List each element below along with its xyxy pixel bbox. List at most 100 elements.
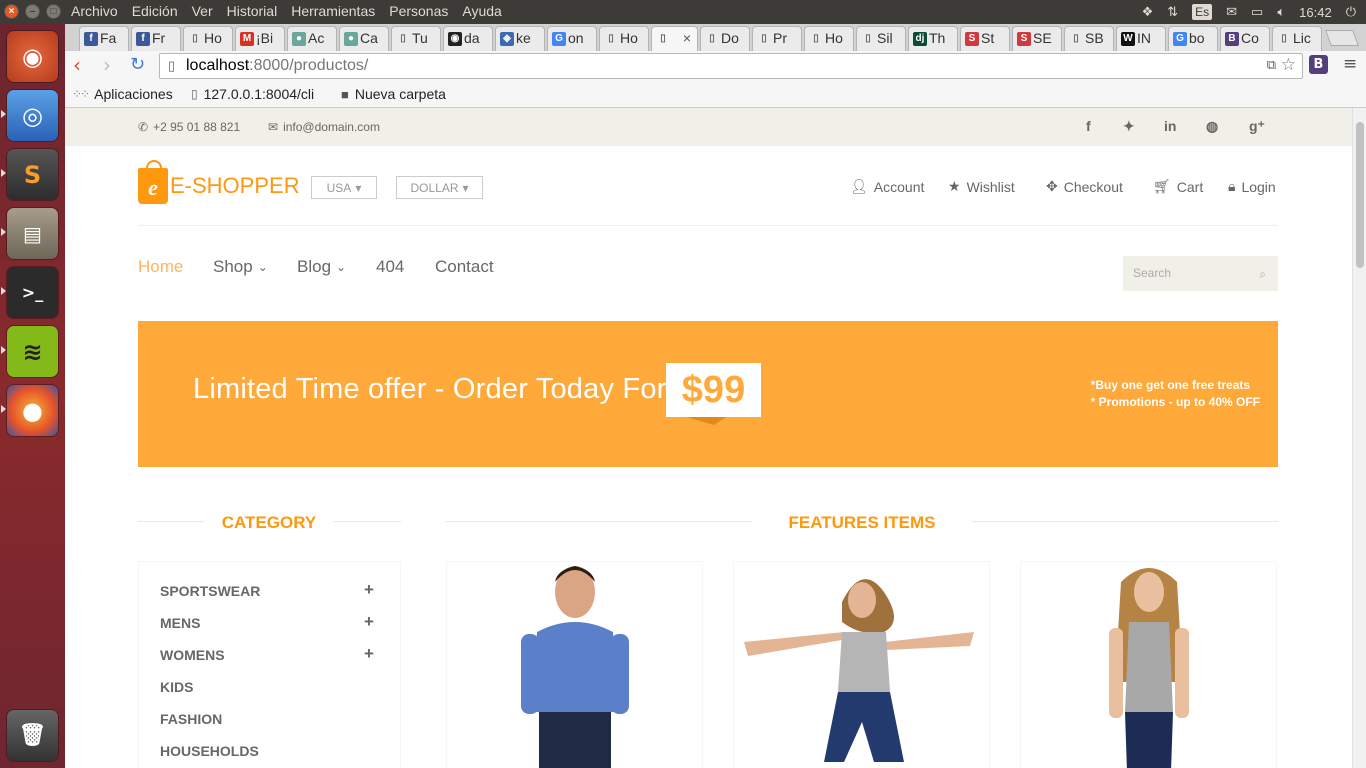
menu-herramientas[interactable]: Herramientas: [291, 3, 375, 19]
ubuntu-dash-icon[interactable]: ◉: [7, 31, 58, 82]
menu-personas[interactable]: Personas: [389, 3, 448, 19]
wishlist-link[interactable]: ★ Wishlist: [948, 178, 1015, 195]
nav-blog[interactable]: Blog ⌄: [297, 257, 346, 277]
currency-dropdown[interactable]: DOLLAR ▾: [396, 176, 483, 199]
power-icon[interactable]: ⏻: [1346, 4, 1356, 20]
tab[interactable]: f Fa: [79, 26, 129, 51]
tab[interactable]: Gbo: [1168, 26, 1218, 51]
search-input[interactable]: Search ⌕: [1123, 256, 1278, 291]
terminal-icon[interactable]: >_: [7, 267, 58, 318]
network-arrows-icon[interactable]: ⇅: [1167, 4, 1178, 20]
tab[interactable]: ● Ac: [287, 26, 337, 51]
volume-icon[interactable]: 🔈︎: [1277, 4, 1285, 20]
spotify-icon[interactable]: ≋: [7, 326, 58, 377]
search-icon[interactable]: ⌕: [1259, 267, 1266, 282]
menu-archivo[interactable]: Archivo: [71, 3, 118, 19]
checkout-link[interactable]: ✥ Checkout: [1046, 178, 1123, 195]
scrollbar-thumb[interactable]: [1356, 122, 1364, 268]
firefox-icon[interactable]: ●: [7, 385, 58, 436]
tab[interactable]: M ¡Bi: [235, 26, 285, 51]
forward-icon[interactable]: ›: [103, 53, 111, 77]
mail-icon[interactable]: ✉: [1226, 4, 1237, 20]
tab[interactable]: ▯ Sil: [856, 26, 906, 51]
files-icon[interactable]: ▤: [7, 208, 58, 259]
product-card[interactable]: [733, 561, 990, 768]
category-fashion[interactable]: FASHION: [160, 711, 222, 727]
nav-home[interactable]: Home: [138, 257, 183, 277]
account-link[interactable]: 👤︎ Account: [850, 178, 924, 195]
tab-active[interactable]: ▯ ×: [651, 26, 698, 52]
category-households[interactable]: HOUSEHOLDS: [160, 743, 259, 759]
category-sportswear[interactable]: SPORTSWEAR: [160, 583, 260, 599]
minimize-window-button[interactable]: –: [25, 4, 40, 19]
linkedin-icon[interactable]: in: [1164, 118, 1176, 134]
tab[interactable]: ▯ Ho: [599, 26, 649, 51]
site-logo[interactable]: e E-SHOPPER: [138, 160, 300, 204]
tab[interactable]: ◉ da: [443, 26, 493, 51]
menu-ver[interactable]: Ver: [192, 3, 213, 19]
category-mens[interactable]: MENS: [160, 615, 200, 631]
country-dropdown[interactable]: USA ▾: [311, 176, 377, 199]
tab[interactable]: ◈ ke: [495, 26, 545, 51]
tab[interactable]: ▯ Lic: [1272, 26, 1322, 51]
sublime-text-icon[interactable]: S: [7, 149, 58, 200]
tab[interactable]: ▯ Ho: [804, 26, 854, 51]
dribbble-icon[interactable]: ◍: [1206, 118, 1218, 135]
close-tab-icon[interactable]: ×: [683, 30, 691, 46]
dropbox-icon[interactable]: ❖: [1142, 4, 1154, 20]
bookmark-star-icon[interactable]: ☆: [1281, 55, 1296, 75]
tab[interactable]: W IN: [1116, 26, 1166, 51]
tab[interactable]: ▯ Ho: [183, 26, 233, 51]
address-bar[interactable]: ▯ localhost:8000/productos/ ⧉ ☆: [159, 53, 1303, 79]
bookmark-localhost[interactable]: ▯ 127.0.0.1:8004/cli: [191, 86, 314, 102]
product-card[interactable]: [1020, 561, 1277, 768]
keyboard-layout-indicator[interactable]: Es: [1192, 4, 1213, 20]
new-tab-button[interactable]: [1325, 30, 1359, 46]
back-icon[interactable]: ‹: [73, 53, 81, 77]
tab[interactable]: S St: [960, 26, 1010, 51]
reload-icon[interactable]: ↻: [130, 54, 145, 75]
nav-shop[interactable]: Shop ⌄: [213, 257, 268, 277]
url-path: :8000/productos/: [249, 57, 369, 74]
tab[interactable]: ▯ SB: [1064, 26, 1114, 51]
menu-historial[interactable]: Historial: [227, 3, 278, 19]
bookmark-folder[interactable]: ■ Nueva carpeta: [341, 86, 446, 102]
tab[interactable]: B Co: [1220, 26, 1270, 51]
bootstrap-extension-icon[interactable]: B: [1309, 55, 1328, 74]
tab[interactable]: Gon: [547, 26, 597, 51]
battery-icon[interactable]: ▭: [1251, 4, 1263, 20]
facebook-icon[interactable]: f: [1086, 118, 1091, 134]
menu-ayuda[interactable]: Ayuda: [462, 3, 501, 19]
google-plus-icon[interactable]: g⁺: [1249, 118, 1265, 135]
close-window-button[interactable]: ×: [4, 4, 19, 19]
twitter-icon[interactable]: ✦: [1123, 118, 1135, 135]
nav-contact[interactable]: Contact: [435, 257, 494, 277]
tab[interactable]: S SE: [1012, 26, 1062, 51]
maximize-window-button[interactable]: □: [46, 4, 61, 19]
category-womens[interactable]: WOMENS: [160, 647, 225, 663]
login-link[interactable]: 🔒︎ Login: [1228, 178, 1276, 195]
tab-label: Th: [929, 30, 946, 46]
tab[interactable]: ▯ Tu: [391, 26, 441, 51]
plus-icon[interactable]: +: [364, 612, 374, 632]
chrome-icon[interactable]: ◎: [7, 90, 58, 141]
tab[interactable]: f Fr: [131, 26, 181, 51]
chrome-menu-icon[interactable]: ≡: [1343, 54, 1357, 74]
tab[interactable]: ▯ Do: [700, 26, 750, 51]
plus-icon[interactable]: +: [364, 644, 374, 664]
product-card[interactable]: [446, 561, 703, 768]
translate-icon[interactable]: ⧉: [1267, 57, 1276, 73]
menu-edicion[interactable]: Edición: [132, 3, 178, 19]
cart-link[interactable]: 🛒︎ Cart: [1153, 178, 1203, 195]
nav-404[interactable]: 404: [376, 257, 404, 277]
promo-banner[interactable]: Limited Time offer - Order Today For $99…: [138, 321, 1278, 467]
category-kids[interactable]: KIDS: [160, 679, 193, 695]
trash-icon[interactable]: 🗑︎: [7, 710, 58, 761]
bookmark-apps[interactable]: ⁘⁘ Aplicaciones: [72, 86, 173, 102]
page-scrollbar[interactable]: [1352, 108, 1366, 768]
clock[interactable]: 16:42: [1299, 5, 1332, 20]
tab[interactable]: dj Th: [908, 26, 958, 51]
tab[interactable]: ▯ Pr: [752, 26, 802, 51]
plus-icon[interactable]: +: [364, 580, 374, 600]
tab[interactable]: ● Ca: [339, 26, 389, 51]
